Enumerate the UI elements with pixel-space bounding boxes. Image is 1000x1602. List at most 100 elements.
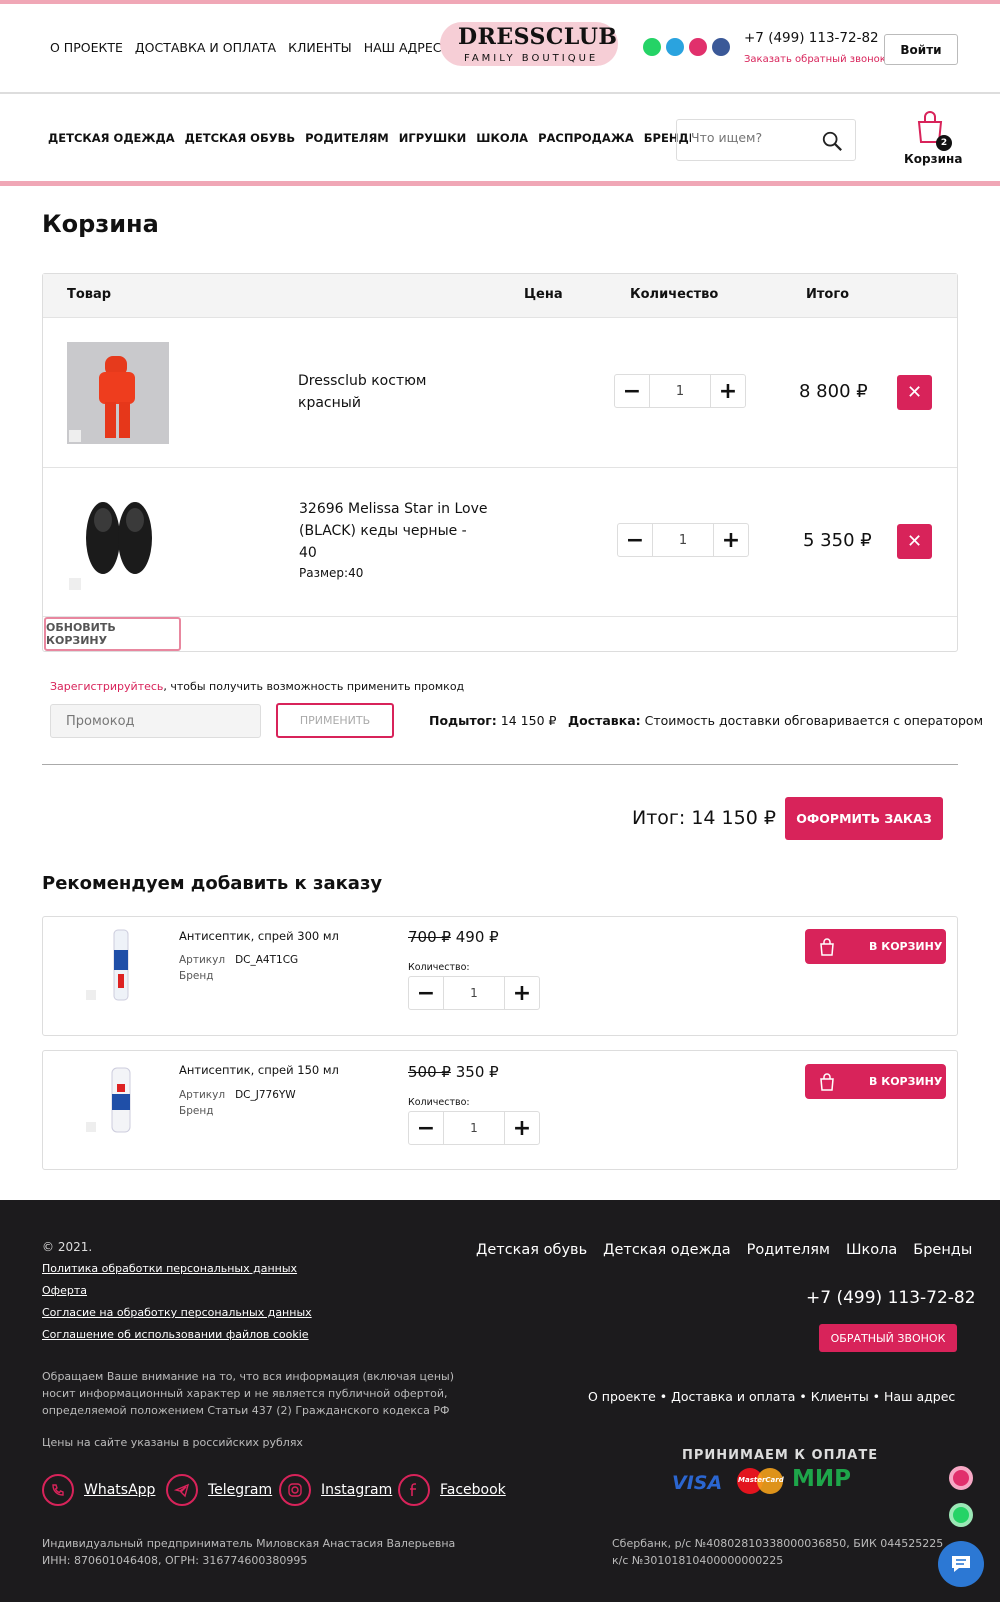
footer-nav-shoes[interactable]: Детская обувь — [476, 1242, 587, 1258]
cart-table — [42, 273, 958, 652]
cat-toys[interactable]: ИГРУШКИ — [399, 131, 466, 145]
privacy-policy-link[interactable]: Политика обработки персональных данных — [42, 1262, 297, 1275]
product-image-spray-300[interactable] — [84, 928, 144, 1004]
minus-button[interactable]: − — [409, 976, 443, 1010]
delivery-info: Доставка: Стоимость доставки обговаривае… — [568, 713, 983, 728]
register-hint-text: , чтобы получить возможность применить п… — [163, 680, 465, 693]
promo-code-input[interactable]: Промокод — [50, 704, 261, 738]
add-to-cart-button[interactable]: В КОРЗИНУ — [805, 1064, 946, 1099]
minus-button[interactable]: − — [618, 523, 652, 557]
cart-label[interactable]: Корзина — [904, 152, 962, 166]
cat-kids-clothes[interactable]: ДЕТСКАЯ ОДЕЖДА — [48, 131, 175, 145]
product-image-spray-150[interactable] — [84, 1064, 144, 1136]
row-divider — [43, 467, 957, 468]
qty-label: Количество: — [408, 1097, 470, 1108]
shopping-bag-icon — [820, 1072, 834, 1091]
cookie-link[interactable]: Соглашение об использовании файлов cooki… — [42, 1328, 309, 1341]
footer-facebook[interactable]: Facebook — [398, 1474, 506, 1506]
consent-link[interactable]: Согласие на обработку персональных данны… — [42, 1306, 312, 1319]
plus-button[interactable]: + — [711, 374, 745, 408]
footer-nav-school[interactable]: Школа — [846, 1242, 897, 1258]
minus-button[interactable]: − — [615, 374, 649, 408]
plus-button[interactable]: + — [714, 523, 748, 557]
nav-bottom-accent — [0, 181, 1000, 186]
quantity-value[interactable]: 1 — [649, 374, 711, 408]
search-box — [676, 119, 856, 161]
cat-sale[interactable]: РАСПРОДАЖА — [538, 131, 634, 145]
minus-button[interactable]: − — [409, 1111, 443, 1145]
nav-delivery[interactable]: ДОСТАВКА И ОПЛАТА — [135, 40, 276, 55]
copyright: © 2021. — [42, 1240, 93, 1254]
add-to-cart-label: В КОРЗИНУ — [869, 1075, 943, 1088]
top-nav: О ПРОЕКТЕ ДОСТАВКА И ОПЛАТА КЛИЕНТЫ НАШ … — [50, 40, 441, 55]
facebook-icon — [398, 1474, 430, 1506]
recommend-item-name[interactable]: Антисептик, спрей 300 мл — [179, 929, 339, 943]
footer-phone[interactable]: +7 (499) 113-72-82 — [806, 1288, 976, 1308]
quantity-value[interactable]: 1 — [652, 523, 714, 557]
cart-item-name[interactable]: 32696 Melissa Star in Love (BLACK) кеды … — [299, 498, 487, 564]
footer-instagram[interactable]: Instagram — [279, 1474, 392, 1506]
remove-item-button[interactable]: ✕ — [897, 375, 932, 410]
footer-menu[interactable]: О проекте • Доставка и оплата • Клиенты … — [588, 1389, 955, 1404]
cat-parents[interactable]: РОДИТЕЛЯМ — [305, 131, 389, 145]
header-phone[interactable]: +7 (499) 113-72-82 — [744, 30, 879, 46]
plus-button[interactable]: + — [505, 1111, 539, 1145]
mastercard-text: MasterCard — [738, 1476, 784, 1484]
cart-item-name[interactable]: Dressclub костюм красный — [298, 370, 426, 414]
header-callback-link[interactable]: Заказать обратный звонок — [744, 54, 886, 65]
footer-whatsapp[interactable]: WhatsApp — [42, 1474, 155, 1506]
header-product: Товар — [67, 287, 112, 302]
product-image-black-sneakers[interactable] — [67, 490, 169, 592]
update-cart-button[interactable]: ОБНОВИТЬ КОРЗИНУ — [44, 617, 181, 651]
floating-whatsapp-icon[interactable] — [949, 1503, 973, 1527]
recommend-item-name[interactable]: Антисептик, спрей 150 мл — [179, 1063, 339, 1077]
login-button[interactable]: Войти — [884, 34, 958, 65]
logo[interactable]: DRESSCLUB FAMILY BOUTIQUE — [440, 18, 620, 70]
row-divider — [43, 616, 957, 617]
chat-widget-button[interactable] — [938, 1541, 984, 1587]
footer-nav-clothes[interactable]: Детская одежда — [603, 1242, 730, 1258]
logo-main-text: DRESSCLUB — [458, 24, 618, 50]
old-price: 500 ₽ — [408, 1063, 451, 1081]
instagram-icon[interactable] — [689, 38, 707, 56]
offer-link[interactable]: Оферта — [42, 1284, 87, 1297]
sku-label: Артикул — [179, 954, 226, 966]
quantity-value[interactable]: 1 — [443, 976, 505, 1010]
cat-kids-shoes[interactable]: ДЕТСКАЯ ОБУВЬ — [185, 131, 295, 145]
page-title: Корзина — [42, 210, 159, 238]
nav-address[interactable]: НАШ АДРЕС — [364, 40, 442, 55]
add-to-cart-button[interactable]: В КОРЗИНУ — [805, 929, 946, 964]
facebook-icon[interactable] — [712, 38, 730, 56]
sku-value: DC_J776YW — [235, 1089, 296, 1101]
remove-item-button[interactable]: ✕ — [897, 524, 932, 559]
footer-nav-brands[interactable]: Бренды — [913, 1242, 972, 1258]
nav-about[interactable]: О ПРОЕКТЕ — [50, 40, 123, 55]
entrepreneur-line: ИНН: 870601046408, ОГРН: 316774600380995 — [42, 1554, 308, 1567]
floating-instagram-icon[interactable] — [949, 1466, 973, 1490]
mastercard-logo: MasterCard — [737, 1468, 784, 1494]
checkout-button[interactable]: ОФОРМИТЬ ЗАКАЗ — [785, 797, 943, 840]
cat-school[interactable]: ШКОЛА — [476, 131, 528, 145]
instagram-icon — [279, 1474, 311, 1506]
search-icon[interactable] — [821, 130, 843, 152]
delivery-label: Доставка: — [568, 713, 641, 728]
footer-telegram[interactable]: Telegram — [166, 1474, 272, 1506]
telegram-icon[interactable] — [666, 38, 684, 56]
plus-button[interactable]: + — [505, 976, 539, 1010]
telegram-icon — [166, 1474, 198, 1506]
recommend-item-meta: Артикул DC_A4T1CG Бренд — [179, 952, 298, 984]
footer-nav-parents[interactable]: Родителям — [747, 1242, 830, 1258]
nav-clients[interactable]: КЛИЕНТЫ — [288, 40, 352, 55]
footer-callback-button[interactable]: ОБРАТНЫЙ ЗВОНОК — [819, 1324, 957, 1352]
top-accent-line — [0, 0, 1000, 4]
quantity-value[interactable]: 1 — [443, 1111, 505, 1145]
quantity-stepper: − 1 + — [408, 1111, 540, 1145]
apply-promo-button[interactable]: ПРИМЕНИТЬ — [276, 703, 394, 738]
register-link[interactable]: Зарегистрируйтесь — [50, 680, 163, 693]
cart-item-name-line: 40 — [299, 545, 317, 561]
whatsapp-icon[interactable] — [643, 38, 661, 56]
search-input[interactable] — [691, 130, 811, 145]
recommend-title: Рекомендуем добавить к заказу — [42, 873, 383, 894]
product-image-red-suit[interactable] — [67, 342, 169, 444]
quantity-stepper: − 1 + — [614, 374, 746, 408]
